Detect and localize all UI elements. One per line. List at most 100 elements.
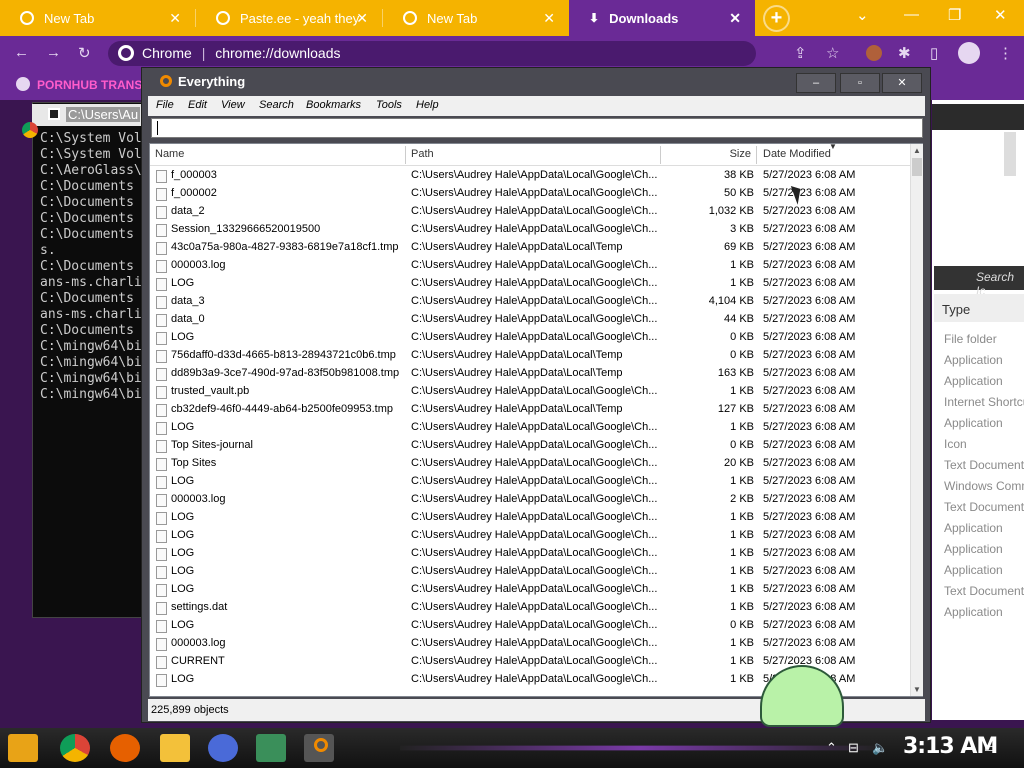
chrome-icon[interactable] xyxy=(60,734,90,762)
table-row[interactable]: data_2 C:\Users\Audrey Hale\AppData\Local… xyxy=(150,203,910,221)
profile-avatar-icon[interactable] xyxy=(958,42,980,64)
search-input[interactable] xyxy=(151,118,923,138)
table-row[interactable]: dd89b3a9-3ce7-490d-97ad-83f50b981008.tmp… xyxy=(150,365,910,383)
vertical-scrollbar[interactable] xyxy=(910,144,923,696)
scroll-down-icon[interactable]: ▼ xyxy=(913,685,921,694)
table-row[interactable]: Top Sites C:\Users\Audrey Hale\AppData\Lo… xyxy=(150,455,910,473)
table-row[interactable]: LOG C:\Users\Audrey Hale\AppData\Local\Go… xyxy=(150,545,910,563)
file-icon xyxy=(156,206,167,219)
extensions-puzzle-icon[interactable]: ✱ xyxy=(898,44,911,62)
menu-bookmarks[interactable]: Bookmarks xyxy=(306,99,361,111)
table-row[interactable]: 43c0a75a-980a-4827-9383-6819e7a18cf1.tmp… xyxy=(150,239,910,257)
menu-edit[interactable]: Edit xyxy=(188,99,207,111)
volume-icon[interactable]: 🔈 xyxy=(872,740,888,756)
tab-downloads[interactable]: ⬇ Downloads ✕ xyxy=(569,0,755,36)
table-row[interactable]: f_000003 C:\Users\Audrey Hale\AppData\Loc… xyxy=(150,167,910,185)
close-icon[interactable]: ✕ xyxy=(543,10,555,27)
close-icon[interactable]: ✕ xyxy=(169,10,181,27)
firefox-icon[interactable] xyxy=(110,734,140,762)
table-row[interactable]: trusted_vault.pb C:\Users\Audrey Hale\App… xyxy=(150,383,910,401)
menu-file[interactable]: File xyxy=(156,99,174,111)
side-panel-icon[interactable]: ▯ xyxy=(930,44,938,62)
close-icon[interactable]: ✕ xyxy=(729,10,741,27)
table-row[interactable]: LOG C:\Users\Audrey Hale\AppData\Local\Go… xyxy=(150,563,910,581)
forward-icon[interactable]: → xyxy=(46,44,61,61)
globe-app-icon[interactable] xyxy=(208,734,238,762)
table-row[interactable]: LOG C:\Users\Audrey Hale\AppData\Local\Go… xyxy=(150,527,910,545)
chrome-menu-icon[interactable]: ⋮ xyxy=(998,44,1013,62)
scroll-up-icon[interactable]: ▲ xyxy=(913,146,921,155)
cmd-line: C:\Documents xyxy=(40,195,134,210)
table-row[interactable]: LOG C:\Users\Audrey Hale\AppData\Local\Go… xyxy=(150,509,910,527)
cell-path: C:\Users\Audrey Hale\AppData\Local\Googl… xyxy=(411,637,658,649)
close-button[interactable]: ✕ xyxy=(882,73,922,93)
notifications-icon[interactable]: ▭ xyxy=(984,740,996,756)
cell-name: LOG xyxy=(171,277,195,289)
column-header-size[interactable]: Size xyxy=(700,148,751,160)
minimize-icon[interactable]: — xyxy=(904,6,919,23)
minimize-button[interactable]: – xyxy=(796,73,836,93)
table-row[interactable]: 000003.log C:\Users\Audrey Hale\AppData\L… xyxy=(150,635,910,653)
table-row[interactable]: 000003.log C:\Users\Audrey Hale\AppData\L… xyxy=(150,491,910,509)
column-divider[interactable] xyxy=(756,146,757,164)
cell-date: 5/27/2023 6:08 AM xyxy=(763,565,856,577)
cell-size: 50 KB xyxy=(724,187,754,199)
file-explorer-icon[interactable] xyxy=(160,734,190,762)
close-icon[interactable]: ✕ xyxy=(356,10,368,27)
share-icon[interactable]: ⇪ xyxy=(794,44,807,62)
cmd-line: C:\Documents xyxy=(40,291,134,306)
table-row[interactable]: data_0 C:\Users\Audrey Hale\AppData\Local… xyxy=(150,311,910,329)
table-row[interactable]: LOG C:\Users\Audrey Hale\AppData\Local\Go… xyxy=(150,329,910,347)
globe-icon xyxy=(216,11,230,25)
column-header-name[interactable]: Name xyxy=(155,148,184,160)
table-row[interactable]: data_3 C:\Users\Audrey Hale\AppData\Local… xyxy=(150,293,910,311)
tab-new-tab-2[interactable]: New Tab ✕ xyxy=(383,0,569,36)
reload-icon[interactable]: ↻ xyxy=(78,44,91,62)
cell-name: LOG xyxy=(171,547,195,559)
table-row[interactable]: LOG C:\Users\Audrey Hale\AppData\Local\Go… xyxy=(150,617,910,635)
restore-icon[interactable]: ❐ xyxy=(948,6,961,24)
scrollbar-thumb[interactable] xyxy=(912,158,922,176)
table-row[interactable]: LOG C:\Users\Audrey Hale\AppData\Local\Go… xyxy=(150,275,910,293)
everything-taskbar-logo-icon xyxy=(314,738,328,752)
table-row[interactable]: Session_13329666520019500 C:\Users\Audrey… xyxy=(150,221,910,239)
table-row[interactable]: LOG C:\Users\Audrey Hale\AppData\Local\Go… xyxy=(150,581,910,599)
tab-paste-ee[interactable]: Paste.ee - yeah they ✕ xyxy=(196,0,382,36)
table-row[interactable]: 000003.log C:\Users\Audrey Hale\AppData\L… xyxy=(150,257,910,275)
network-icon[interactable]: ⊟ xyxy=(848,740,859,756)
window-close-icon[interactable]: ✕ xyxy=(994,6,1007,24)
column-divider[interactable] xyxy=(660,146,661,164)
menu-tools[interactable]: Tools xyxy=(376,99,402,111)
menu-view[interactable]: View xyxy=(221,99,245,111)
column-divider[interactable] xyxy=(405,146,406,164)
terminal-icon[interactable] xyxy=(256,734,286,762)
table-row[interactable]: LOG C:\Users\Audrey Hale\AppData\Local\Go… xyxy=(150,473,910,491)
omnibox-url: chrome://downloads xyxy=(215,45,341,61)
table-row[interactable]: settings.dat C:\Users\Audrey Hale\AppData… xyxy=(150,599,910,617)
cell-size: 38 KB xyxy=(724,169,754,181)
maximize-button[interactable]: ▫ xyxy=(840,73,880,93)
type-column-header[interactable]: Type xyxy=(934,294,1024,322)
table-row[interactable]: 756daff0-d33d-4665-b813-28943721c0b6.tmp… xyxy=(150,347,910,365)
cell-date: 5/27/2023 6:08 AM xyxy=(763,403,856,415)
background-scrollbar[interactable] xyxy=(1004,132,1016,176)
background-search-input[interactable]: Search Ic xyxy=(934,266,1024,298)
column-header-date[interactable]: Date Modified xyxy=(763,148,831,160)
tray-chevron-icon[interactable]: ⌃ xyxy=(826,740,837,756)
new-tab-button[interactable]: + xyxy=(763,5,790,32)
bookmark-star-icon[interactable]: ☆ xyxy=(826,44,839,62)
extension-avatar-icon[interactable] xyxy=(866,45,882,61)
tab-new-tab-1[interactable]: New Tab ✕ xyxy=(0,0,195,36)
back-icon[interactable]: ← xyxy=(14,44,29,61)
chrome-desktop-icon[interactable] xyxy=(22,122,38,138)
menu-help[interactable]: Help xyxy=(416,99,439,111)
start-icon[interactable] xyxy=(8,734,38,762)
menu-search[interactable]: Search xyxy=(259,99,294,111)
bookmark-item[interactable]: PORNHUB TRANS xyxy=(37,78,142,92)
cell-date: 5/27/2023 6:08 AM xyxy=(763,583,856,595)
table-row[interactable]: Top Sites-journal C:\Users\Audrey Hale\Ap… xyxy=(150,437,910,455)
table-row[interactable]: LOG C:\Users\Audrey Hale\AppData\Local\Go… xyxy=(150,419,910,437)
table-row[interactable]: cb32def9-46f0-4449-ab64-b2500fe09953.tmp… xyxy=(150,401,910,419)
column-header-path[interactable]: Path xyxy=(411,148,434,160)
tab-search-icon[interactable]: ⌄ xyxy=(856,6,869,24)
